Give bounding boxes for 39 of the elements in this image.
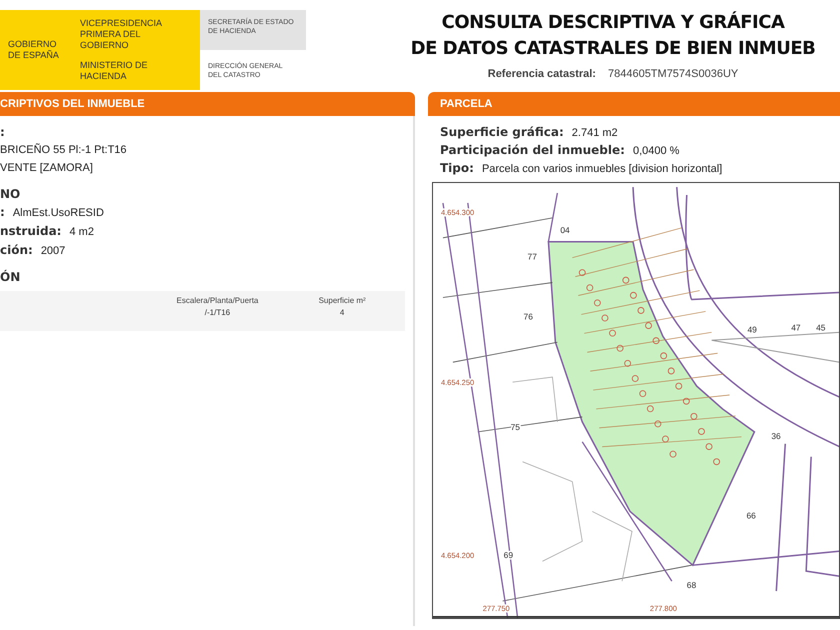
column-header: Superficie m² bbox=[318, 295, 367, 307]
field-label: Superficie gráfica: bbox=[440, 124, 564, 141]
field-value: 0,0400 % bbox=[632, 144, 680, 159]
reference-label: Referencia catastral: bbox=[488, 67, 596, 82]
parcel-number: 04 bbox=[560, 224, 570, 235]
table-cell-text: 4 bbox=[338, 307, 346, 319]
parcel-number: 47 bbox=[791, 322, 801, 332]
field-value: AlmEst.UsoRESID bbox=[12, 206, 104, 221]
parcel-number: 76 bbox=[524, 311, 533, 322]
column-header: Escalera/Planta/Puerta bbox=[176, 295, 260, 307]
field-value: 2.741 m2 bbox=[572, 126, 618, 141]
parcel-number: 68 bbox=[686, 580, 696, 590]
field-label: : bbox=[0, 124, 5, 141]
field-value: Parcela con varios inmuebles [division horizontal] bbox=[482, 162, 722, 177]
vicepresidency-name: VICEPRESIDENCIA PRIMERA DEL GOBIERNO bbox=[80, 18, 163, 51]
document-title: CONSULTA DESCRIPTIVA Y GRÁFICA bbox=[442, 10, 784, 35]
table-cell-text: /-1/T16 bbox=[204, 307, 232, 319]
document-title: DE DATOS CATASTRALES DE BIEN INMUEB bbox=[410, 37, 816, 61]
field-label: ÓN bbox=[0, 269, 20, 286]
section-header: CRIPTIVOS DEL INMUEBLE bbox=[0, 92, 415, 116]
section-header: PARCELA bbox=[428, 92, 840, 116]
field-label: NO bbox=[0, 186, 20, 203]
field-value: VENTE [ZAMORA] bbox=[0, 161, 93, 176]
field-label: Participación del inmueble: bbox=[440, 142, 625, 159]
parcel-number: 77 bbox=[528, 252, 537, 262]
field-value: BRICEÑO 55 Pl:-1 Pt:T16 bbox=[0, 142, 127, 158]
field-value: 2007 bbox=[40, 244, 66, 259]
ministry-name: MINISTERIO DE HACIENDA bbox=[80, 60, 149, 82]
parcel-number: 66 bbox=[746, 510, 756, 520]
field-value: 4 m2 bbox=[69, 225, 94, 240]
government-name: GOBIERNO DE ESPAÑA bbox=[8, 39, 60, 61]
reference-value: 7844605TM7574S0036UY bbox=[608, 67, 738, 82]
field-label: ción: bbox=[0, 242, 33, 259]
field-label: : bbox=[0, 204, 5, 221]
parcel-number: 49 bbox=[747, 324, 757, 334]
field-label: Tipo: bbox=[440, 160, 474, 177]
parcel-number: 45 bbox=[816, 322, 826, 332]
field-label: nstruida: bbox=[0, 223, 62, 240]
parcel-number: 36 bbox=[771, 430, 781, 441]
